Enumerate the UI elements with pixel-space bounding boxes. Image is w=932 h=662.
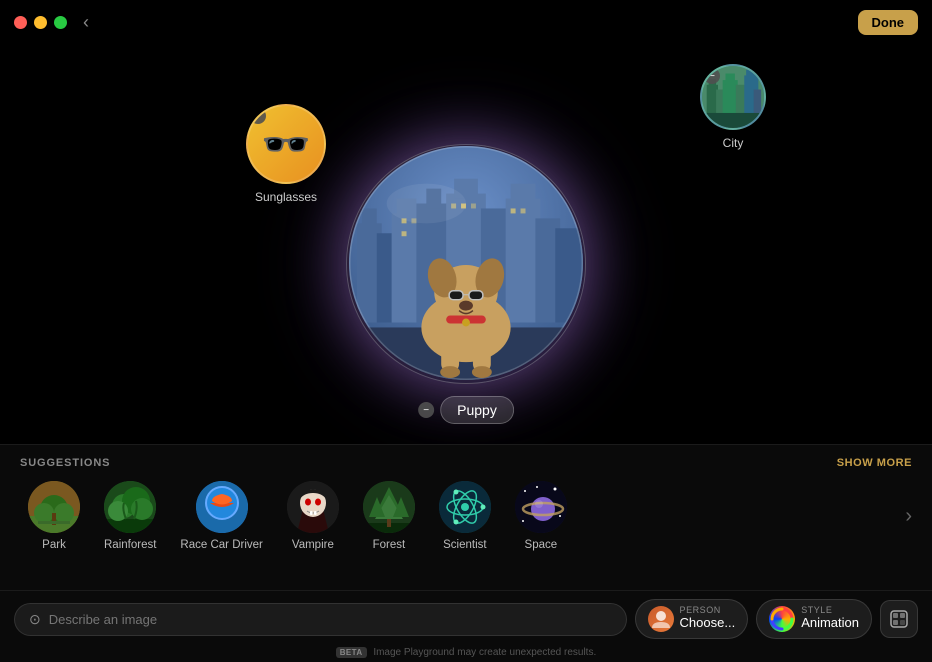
rainforest-icon — [104, 481, 156, 533]
space-label: Space — [525, 539, 558, 551]
search-icon: ⊙ — [29, 611, 41, 628]
person-label: Choose... — [680, 615, 736, 632]
city-label: City — [723, 136, 744, 150]
race-car-driver-label: Race Car Driver — [180, 539, 262, 551]
minimize-button[interactable] — [34, 16, 47, 29]
park-label: Park — [42, 539, 66, 551]
style-label: Animation — [801, 615, 859, 632]
main-image-bubble[interactable] — [346, 144, 586, 384]
canvas-area: − 🕶️ Sunglasses − City − — [0, 44, 932, 484]
done-button[interactable]: Done — [858, 10, 919, 35]
bottom-section: SUGGESTIONS SHOW MORE Park — [0, 444, 932, 662]
person-icon — [648, 606, 674, 632]
remove-sunglasses-button[interactable]: − — [250, 108, 266, 124]
suggestion-vampire[interactable]: Vampire — [275, 477, 351, 555]
suggestions-header: SUGGESTIONS SHOW MORE — [0, 445, 932, 477]
sunglasses-label: Sunglasses — [255, 190, 317, 204]
suggestions-next-button[interactable]: › — [901, 505, 916, 528]
maximize-button[interactable] — [54, 16, 67, 29]
style-selector-button[interactable]: STYLE Animation — [756, 599, 872, 639]
back-button[interactable]: ‹ — [83, 13, 89, 31]
beta-notice-text: Image Playground may create unexpected r… — [373, 647, 596, 658]
gallery-button[interactable] — [880, 600, 918, 638]
sunglasses-item: − 🕶️ Sunglasses — [246, 104, 326, 204]
city-item: − City — [700, 64, 766, 150]
remove-puppy-button[interactable]: − — [418, 402, 434, 418]
suggestion-forest[interactable]: Forest — [351, 477, 427, 555]
space-icon — [515, 481, 567, 533]
style-sublabel: STYLE — [801, 606, 832, 615]
suggestions-row: Park Rainforest — [0, 477, 932, 555]
suggestion-scientist[interactable]: Scientist — [427, 477, 503, 555]
suggestion-race-car-driver[interactable]: Race Car Driver — [168, 477, 274, 555]
race-car-driver-icon — [196, 481, 248, 533]
sunglasses-emoji: 🕶️ — [261, 121, 311, 168]
person-selector-button[interactable]: PERSON Choose... — [635, 599, 749, 639]
suggestion-space[interactable]: Space — [503, 477, 579, 555]
forest-label: Forest — [373, 539, 406, 551]
vampire-label: Vampire — [292, 539, 334, 551]
suggestions-label: SUGGESTIONS — [20, 457, 110, 469]
suggestion-rainforest[interactable]: Rainforest — [92, 477, 168, 555]
bottom-toolbar: ⊙ PERSON Choose... — [0, 590, 932, 647]
beta-badge: BETA — [336, 647, 367, 658]
style-icon — [769, 606, 795, 632]
park-icon — [28, 481, 80, 533]
title-bar: ‹ Done — [0, 0, 932, 44]
show-more-button[interactable]: SHOW MORE — [837, 457, 912, 469]
traffic-lights — [14, 16, 67, 29]
scientist-label: Scientist — [443, 539, 486, 551]
search-bar[interactable]: ⊙ — [14, 603, 627, 636]
puppy-label: Puppy — [440, 396, 514, 424]
image-description-input[interactable] — [49, 612, 612, 627]
scientist-icon — [439, 481, 491, 533]
forest-icon — [363, 481, 415, 533]
vampire-icon — [287, 481, 339, 533]
puppy-tag: − Puppy — [418, 396, 514, 424]
suggestion-park[interactable]: Park — [16, 477, 92, 555]
beta-notice: BETA Image Playground may create unexpec… — [0, 647, 932, 662]
close-button[interactable] — [14, 16, 27, 29]
person-sublabel: PERSON — [680, 606, 721, 615]
rainforest-label: Rainforest — [104, 539, 156, 551]
remove-city-button[interactable]: − — [704, 68, 720, 84]
